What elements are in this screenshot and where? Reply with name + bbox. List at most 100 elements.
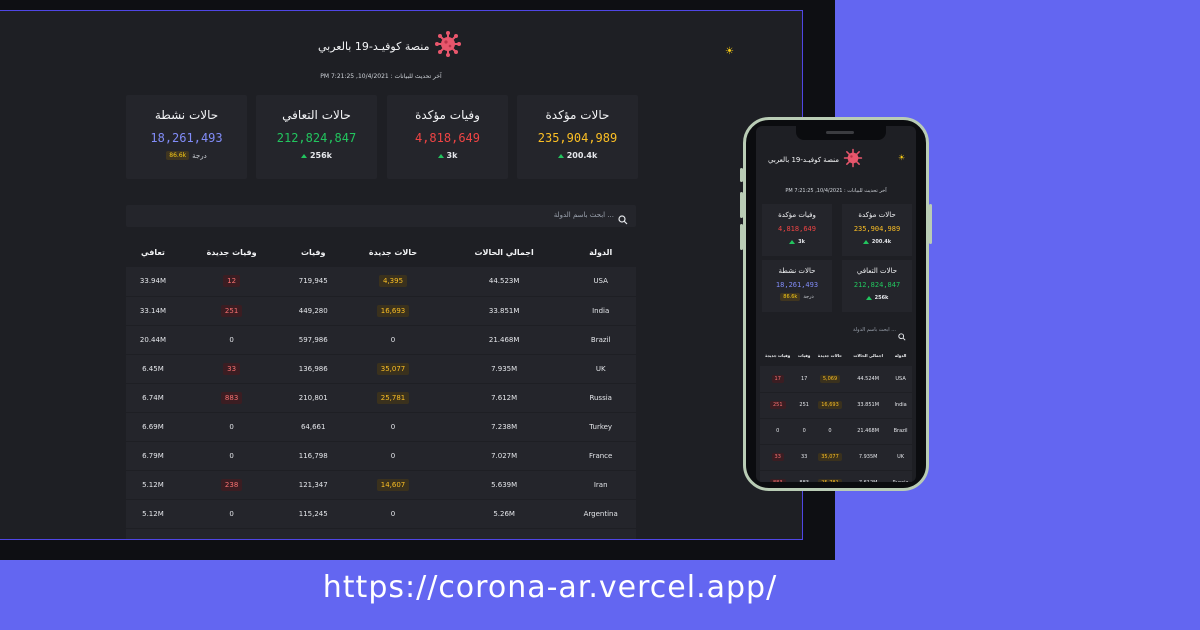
table-row[interactable]: 33 33 35,077 7.935M UK — [760, 444, 912, 470]
virus-icon — [843, 148, 863, 172]
search-input[interactable]: ابحث باسم الدولة ... — [126, 205, 636, 227]
cell-country: Brazil — [590, 335, 611, 344]
cell-recovered: 6.45M — [142, 364, 164, 373]
cell-new-cases-badge: 35,077 — [818, 453, 842, 461]
cell-total: 5.26M — [493, 509, 515, 518]
speaker-icon — [826, 131, 854, 134]
cell-new-deaths: 238 — [180, 470, 283, 499]
cell-new-cases: 25,781 — [813, 470, 847, 482]
cell-deaths: 210,801 — [298, 393, 328, 402]
col-deaths[interactable]: وفيات — [795, 344, 812, 366]
brand[interactable]: منصة كوفيـد-19 بالعربي — [768, 148, 863, 172]
degree-row: درجة 86.6k — [762, 293, 832, 301]
cell-new-deaths-badge: 33 — [771, 453, 784, 461]
card-title: حالات نشطة — [154, 108, 219, 122]
cell-recovered: 20.44M — [139, 335, 166, 344]
cell-country: UK — [897, 454, 905, 460]
cell-new-cases: 16,693 — [343, 296, 443, 325]
table-row[interactable]: 251 251 16,693 33.851M India — [760, 392, 912, 418]
cell-country: USA — [593, 277, 608, 286]
cell-new-deaths: 0 — [229, 422, 234, 431]
cell-deaths: 33 — [800, 454, 808, 460]
table-row[interactable]: 17 17 5,069 44.524M USA — [760, 366, 912, 392]
cell-new-deaths-badge: 883 — [220, 391, 243, 404]
degree-row: درجة 86.6k — [126, 151, 247, 160]
table-row[interactable]: 33.14M 251 449,280 16,693 33.851M India — [126, 296, 636, 325]
card-title: حالات نشطة — [778, 267, 816, 275]
cell-total: 33.851M — [488, 306, 520, 315]
card-title: حالات التعافي — [282, 108, 351, 122]
site-title: منصة كوفيـد-19 بالعربي — [318, 39, 430, 53]
cell-new-cases: 5,069 — [813, 366, 847, 392]
table-row[interactable]: 6.69M 0 64,661 0 7.238M Turkey — [126, 412, 636, 441]
table-row[interactable]: 20.44M 0 597,986 0 21.468M Brazil — [126, 325, 636, 354]
cell-country: USA — [895, 375, 906, 382]
cell-new-deaths-badge: 12 — [223, 275, 241, 288]
phone-screen: منصة كوفيـد-19 بالعربي ☀ آخر تحديث للبيا… — [756, 126, 916, 482]
last-updated: آخر تحديث للبيانات : 10/4/2021, 7:21:25 … — [785, 188, 887, 194]
col-new-cases[interactable]: حالات جديدة — [813, 344, 847, 366]
card-active: حالات نشطة 18,261,493 درجة 86.6k — [762, 260, 832, 312]
table-row[interactable]: 5.12M 0 115,245 0 5.26M Argentina — [126, 499, 636, 528]
card-value: 212,824,847 — [853, 281, 901, 289]
col-deaths[interactable]: وفيات — [283, 237, 344, 267]
card-value: 18,261,493 — [150, 131, 223, 145]
col-new-cases[interactable]: حالات جديدة — [343, 237, 443, 267]
cell-total: 4.962M — [443, 528, 565, 540]
arrow-up-icon — [789, 240, 796, 244]
table-row[interactable]: 4.8M0126,40104.962MColombia — [126, 528, 636, 540]
virus-icon — [435, 31, 462, 61]
cell-total: 7.612M — [491, 393, 518, 402]
cell-total: 7.238M — [491, 422, 518, 431]
cell-country: Colombia — [565, 528, 636, 540]
card-value: 235,904,989 — [537, 131, 618, 145]
card-confirmed: حالات مؤكدة 235,904,989 200.4k — [842, 204, 912, 256]
cell-new-deaths: 33 — [180, 354, 283, 383]
table-row[interactable]: 6.79M 0 116,798 0 7.027M France — [126, 441, 636, 470]
site-header: منصة كوفيـد-19 بالعربي ☀ — [0, 31, 802, 61]
cell-country: Russia — [589, 393, 612, 402]
table-row[interactable]: 33.94M 12 719,945 4,395 44.523M USA — [126, 267, 636, 296]
col-country[interactable]: الدولة — [889, 344, 912, 366]
degree-badge: 86.6k — [166, 151, 190, 160]
cell-new-deaths-badge: 17 — [771, 374, 784, 383]
col-total[interactable]: اجمالي الحالات — [442, 237, 566, 267]
cell-new-deaths: 0 — [229, 509, 234, 518]
table-row[interactable]: 6.45M 33 136,986 35,077 7.935M UK — [126, 354, 636, 383]
col-new-deaths[interactable]: وفيات جديدة — [760, 344, 795, 366]
cell-total: 5.639M — [491, 480, 518, 489]
phone-button — [929, 204, 932, 244]
col-recovered[interactable]: تعافي — [126, 237, 180, 267]
brand[interactable]: منصة كوفيـد-19 بالعربي — [318, 31, 462, 61]
site-url[interactable]: https://corona-ar.vercel.app/ — [0, 570, 1100, 605]
card-value: 235,904,989 — [853, 225, 901, 233]
cell-new-cases-badge: 16,693 — [818, 401, 842, 409]
cell-new-deaths: 0 — [776, 428, 780, 434]
col-total[interactable]: اجمالي الحالات — [847, 344, 889, 366]
table-row[interactable]: 0 0 0 21.468M Brazil — [760, 418, 912, 444]
cell-new-cases: 16,693 — [813, 392, 847, 418]
cell-new-deaths: 251 — [760, 392, 795, 418]
cell-deaths: 883 — [795, 470, 812, 482]
table-row[interactable]: 6.74M 883 210,801 25,781 7.612M Russia — [126, 383, 636, 412]
cell-deaths: 115,245 — [298, 509, 328, 518]
degree-badge: 86.6k — [780, 293, 801, 301]
search-placeholder: ابحث باسم الدولة ... — [852, 327, 896, 333]
sun-icon[interactable]: ☀ — [898, 153, 905, 162]
search-placeholder: ابحث باسم الدولة ... — [553, 211, 614, 219]
col-country[interactable]: الدولة — [565, 237, 636, 267]
table-row[interactable]: 5.12M 238 121,347 14,607 5.639M Iran — [126, 470, 636, 499]
cell-country: Iran — [593, 480, 608, 489]
card-delta: 3k — [387, 151, 508, 160]
cell-new-cases: 14,607 — [343, 470, 443, 499]
cell-total: 21.468M — [488, 335, 520, 344]
search-input[interactable]: ابحث باسم الدولة ... — [760, 324, 912, 341]
delta-value: 3k — [446, 151, 458, 160]
col-new-deaths[interactable]: وفيات جديدة — [179, 237, 284, 267]
cell-new-cases-badge: 25,781 — [376, 391, 410, 404]
cell-recovered: 6.79M — [142, 451, 164, 460]
arrow-up-icon — [865, 296, 872, 300]
sun-icon[interactable]: ☀ — [725, 46, 734, 57]
card-value: 212,824,847 — [276, 131, 357, 145]
table-row[interactable]: 883 883 25,781 7.612MRussia — [760, 470, 912, 482]
